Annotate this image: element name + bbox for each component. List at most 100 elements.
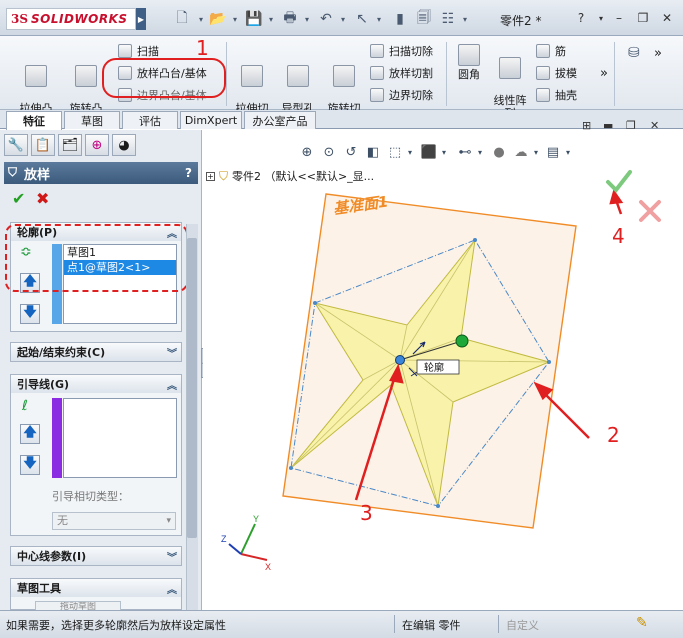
rib-icon [536,44,550,58]
confirm-ok-icon[interactable] [606,170,632,194]
shell-button[interactable]: 抽壳 [536,86,577,104]
property-manager-tab-icon[interactable]: 📋 [31,134,55,156]
undo-icon[interactable]: ↶ [316,9,336,29]
file-properties-icon[interactable]: 🗐 [414,9,434,29]
cancel-button[interactable]: ✖ [36,189,49,208]
panel-scrollbar-thumb[interactable] [187,238,197,538]
rebuild-status-icon[interactable]: ✎ [636,615,648,631]
revolve-cut-icon [333,65,355,87]
loft-feature-icon: ⛉ [8,165,18,179]
fillet-label: 圆角 [458,68,480,81]
loft-cut-button[interactable]: 放样切割 [370,64,433,82]
options-icon[interactable]: ☷ [438,9,458,29]
tab-sketch[interactable]: 草图 [64,111,120,129]
guide-curves-list[interactable] [63,398,177,478]
ribbon-separator [446,42,447,106]
save-dropdown-icon[interactable]: ▾ [266,9,276,29]
start-end-constraints-section[interactable]: 起始/结束约束(C) ︾ [10,342,182,362]
menu-expand-icon[interactable]: ▶ [136,8,146,30]
tab-office-products[interactable]: 办公室产品 [244,111,316,129]
fillet-icon [458,44,480,66]
ribbon-separator [614,42,615,106]
connector-handle[interactable] [455,334,469,348]
dimxpert-manager-tab-icon[interactable]: ⊕ [85,134,109,156]
triad-x-label: X [265,562,271,572]
logo-text: SOLIDWORKS [31,12,128,26]
centerline-parameters-section[interactable]: 中心线参数(I) ︾ [10,546,182,566]
chevron-up-icon[interactable]: ︽ [167,377,177,392]
boundary-cut-label: 边界切除 [389,89,433,102]
help-icon[interactable]: ? [185,166,192,180]
save-icon[interactable]: 💾 [244,9,264,29]
guide-tangency-dropdown[interactable]: 无 ▾ [52,512,176,530]
open-dropdown-icon[interactable]: ▾ [230,9,240,29]
feature-manager-tab-icon[interactable]: 🔧 [4,134,28,156]
rib-button[interactable]: 筋 [536,42,566,60]
close-button[interactable]: ✕ [656,9,678,27]
sketch-tools-title: 草图工具 [17,582,61,595]
annotation-number-1: 1 [196,36,209,60]
select-dropdown-icon[interactable]: ▾ [374,9,384,29]
profile-callout-label: 轮廓 [424,361,444,374]
sweep-cut-label: 扫描切除 [389,45,433,58]
chevron-down-icon[interactable]: ︾ [167,345,177,360]
move-up-button[interactable]: 🡅 [20,424,40,444]
move-down-button[interactable]: 🡇 [20,304,40,324]
annotation-number-2: 2 [607,423,620,447]
chevron-down-icon[interactable]: ︾ [167,549,177,564]
print-icon[interactable]: 🖶 [280,9,300,29]
sketch-tools-header[interactable]: 草图工具 ︽ [11,579,181,597]
centerline-parameters-header[interactable]: 中心线参数(I) ︾ [11,547,181,565]
guide-curves-selection-bar [52,398,62,478]
extrude-cut-icon [241,65,263,87]
linear-pattern-button[interactable]: 线性阵 列 [488,44,532,120]
task-pane-icon[interactable]: ⛁ [628,44,640,62]
tab-evaluate[interactable]: 评估 [122,111,178,129]
new-dropdown-icon[interactable]: ▾ [196,9,206,29]
rebuild-icon[interactable]: ▮ [390,9,410,29]
point-profile[interactable] [395,355,405,365]
status-bar: 如果需要，选择更多轮廓然后为放样设定属性 在编辑 零件 自定义 ✎ [0,610,683,638]
status-editing: 在编辑 零件 [402,619,461,632]
boundary-cut-button[interactable]: 边界切除 [370,86,433,104]
loft-cut-label: 放样切割 [389,67,433,80]
ok-button[interactable]: ✔ [12,189,25,208]
sweep-cut-button[interactable]: 扫描切除 [370,42,433,60]
tab-dimxpert[interactable]: DimXpert [180,111,242,129]
rib-label: 筋 [555,45,566,58]
guide-curves-header[interactable]: 引导线(G) ︽ [11,375,181,393]
move-down-button[interactable]: 🡇 [20,455,40,475]
sweep-cut-icon [370,44,384,58]
configuration-manager-tab-icon[interactable]: 🗂 [58,134,82,156]
guide-tangency-value: 无 [57,514,68,527]
annotation-highlight-profiles [5,224,188,292]
restore-button[interactable]: ❐ [632,9,654,27]
fillet-button[interactable]: 圆角 [452,44,486,81]
boundary-cut-icon [370,88,384,102]
ribbon-more-button[interactable]: » [600,64,608,82]
select-arrow-icon[interactable]: ↖ [352,9,372,29]
model-view[interactable]: 轮廓 基准面1 2 3 4 Y X Z [203,130,683,610]
undo-dropdown-icon[interactable]: ▾ [338,9,348,29]
triad-z-label: Z [221,534,227,544]
print-dropdown-icon[interactable]: ▾ [302,9,312,29]
confirm-cancel-icon[interactable] [639,200,661,222]
chevron-up-icon[interactable]: ︽ [167,581,177,596]
ribbon-separator [226,42,227,106]
solidworks-logo[interactable]: 3S SOLIDWORKS [6,8,136,30]
draft-button[interactable]: 拔模 [536,64,577,82]
display-manager-tab-icon[interactable]: ◕ [112,134,136,156]
open-folder-icon[interactable]: 📂 [208,9,228,29]
guide-tangency-label: 引导相切类型： [52,490,129,503]
minimize-button[interactable]: – [608,9,630,27]
revolve-boss-icon [75,65,97,87]
start-end-constraints-header[interactable]: 起始/结束约束(C) ︾ [11,343,181,361]
options-dropdown-icon[interactable]: ▾ [460,9,470,29]
new-file-icon[interactable]: 🗋 [172,9,192,29]
draft-label: 拔模 [555,67,577,80]
tab-features[interactable]: 特征 [6,111,62,130]
status-custom-units[interactable]: 自定义 [506,617,539,633]
task-pane-expand-icon[interactable]: » [654,44,662,62]
help-icon[interactable]: ? [570,9,592,27]
status-message: 如果需要，选择更多轮廓然后为放样设定属性 [6,619,226,632]
